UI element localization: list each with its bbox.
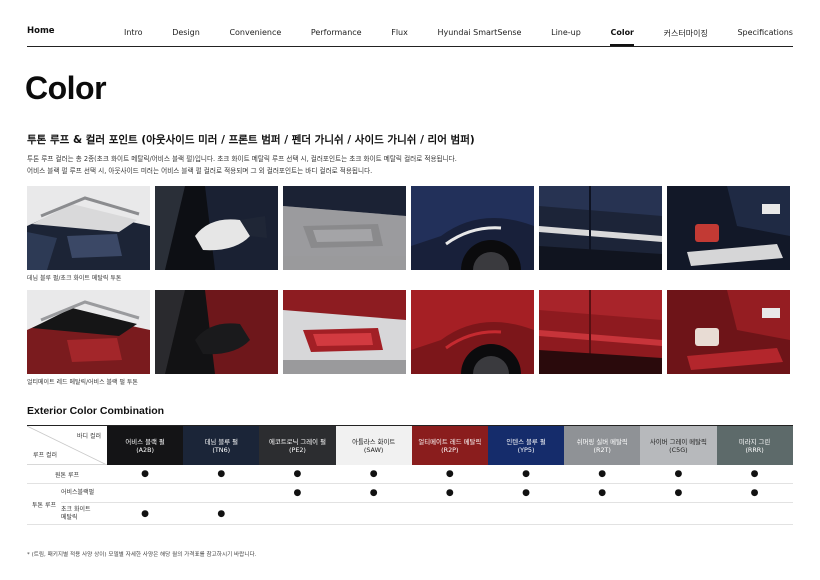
availability-dot <box>107 484 183 502</box>
combination-heading: Exterior Color Combination <box>27 405 165 417</box>
availability-dot <box>183 484 259 502</box>
roof-color-label: 루프 컬러 <box>33 452 57 459</box>
top-navigation: Home Intro Design Convenience Performanc… <box>27 0 793 47</box>
availability-dot: ● <box>598 488 607 498</box>
footnote: * (트림, 패키지별 적용 사양 상이) 모델별 자세한 사양은 해당 월의 … <box>27 552 257 558</box>
table-row-solid-roof: 원톤 루프 ● ● ● ● ● ● ● ● ● <box>27 465 793 484</box>
availability-dot: ● <box>674 469 683 479</box>
body-color-label: 바디 컬러 <box>77 433 101 440</box>
nav-lineup[interactable]: Line-up <box>551 28 581 39</box>
caption-red-black: 얼티메이트 레드 메탈릭/어비스 블랙 펄 투톤 <box>27 379 138 386</box>
swatch-ultimate-red: 얼티메이트 레드 메탈릭 (R2P) <box>411 426 488 465</box>
availability-dot: ● <box>217 508 226 519</box>
nav-color[interactable]: Color <box>610 28 634 46</box>
roof-photo-icon <box>27 290 150 374</box>
color-combination-table: 바디 컬러 루프 컬러 어비스 블랙 펄 (A2B) 데님 블루 펄 (TN6)… <box>27 425 793 525</box>
swatch-denim-blue: 데님 블루 펄 (TN6) <box>183 426 260 465</box>
two-tone-heading: 투톤 루프 & 컬러 포인트 (아웃사이드 미러 / 프론트 범퍼 / 펜더 가… <box>27 134 475 146</box>
availability-dot: ● <box>750 469 759 479</box>
front-bumper-photo-icon <box>283 290 406 374</box>
swatch-intense-blue: 인텐스 블루 펄 (YP5) <box>487 426 565 465</box>
nav-menu: Intro Design Convenience Performance Flu… <box>124 28 793 46</box>
two-tone-description-2: 어비스 블랙 펄 루프 선택 시, 아웃사이드 미러는 어비스 블랙 펄 컬러로… <box>27 167 373 175</box>
table-header-row: 바디 컬러 루프 컬러 어비스 블랙 펄 (A2B) 데님 블루 펄 (TN6)… <box>27 426 793 465</box>
rear-bumper-photo-icon <box>667 290 790 374</box>
availability-dot: ● <box>522 488 530 498</box>
availability-dot: ● <box>522 469 530 479</box>
fender-garnish-photo-icon <box>411 290 534 374</box>
nav-customizing[interactable]: 커스터마이징 <box>664 28 708 39</box>
availability-dot: ● <box>445 488 454 498</box>
swatch-shimmering-silver: 쉬머링 실버 메탈릭 (R2T) <box>564 426 641 465</box>
availability-dot <box>640 503 716 524</box>
page-title: Color <box>25 70 107 106</box>
availability-dot <box>412 503 488 524</box>
availability-dot: ● <box>293 488 302 498</box>
availability-dot <box>488 503 564 524</box>
swatch-mirage-green: 미라지 그린 (RRR) <box>716 426 793 465</box>
nav-specifications[interactable]: Specifications <box>737 28 793 39</box>
swatch-cyber-gray: 사이버 그레이 메탈릭 (C5G) <box>640 426 717 465</box>
nav-intro[interactable]: Intro <box>124 28 143 39</box>
nav-convenience[interactable]: Convenience <box>229 28 281 39</box>
solid-roof-label: 원톤 루프 <box>55 471 79 479</box>
nav-home-link[interactable]: Home <box>27 26 55 36</box>
photo-row-red-black <box>27 290 790 374</box>
nav-flux[interactable]: Flux <box>391 28 408 39</box>
side-garnish-photo-icon <box>539 186 662 270</box>
black-roof-label: 어비스블랙펄 <box>61 489 95 497</box>
table-corner-cell: 바디 컬러 루프 컬러 <box>27 426 107 465</box>
availability-dot <box>259 503 335 524</box>
rear-bumper-photo-icon <box>667 186 790 270</box>
availability-dot <box>336 503 412 524</box>
availability-dot: ● <box>598 469 607 479</box>
white-roof-label: 초크 화이트 메탈릭 <box>61 506 91 521</box>
availability-dot: ● <box>141 508 150 519</box>
swatch-ecotronic-gray: 에코트로닉 그레이 펄 (PE2) <box>259 426 336 465</box>
two-tone-roof-label: 투톤 루프 <box>32 501 56 509</box>
table-row-black-roof: 어비스블랙펄 ● ● ● ● ● ● ● <box>61 484 793 503</box>
availability-dot <box>717 503 793 524</box>
availability-dot: ● <box>293 469 302 479</box>
caption-blue-white: 데님 블루 펄/초크 화이트 메탈릭 투톤 <box>27 275 122 282</box>
swatch-atlas-white: 아틀라스 화이트 (SAW) <box>335 426 412 465</box>
swatch-abyss-black: 어비스 블랙 펄 (A2B) <box>107 426 184 465</box>
mirror-photo-icon <box>155 290 278 374</box>
nav-design[interactable]: Design <box>172 28 200 39</box>
availability-dot: ● <box>369 469 378 479</box>
fender-garnish-photo-icon <box>411 186 534 270</box>
side-garnish-photo-icon <box>539 290 662 374</box>
nav-smartsense[interactable]: Hyundai SmartSense <box>437 28 521 39</box>
availability-dot: ● <box>369 488 378 498</box>
availability-dot: ● <box>141 469 150 479</box>
table-row-white-roof: 초크 화이트 메탈릭 ● ● <box>61 503 793 524</box>
availability-dot: ● <box>445 469 454 479</box>
availability-dot <box>564 503 640 524</box>
front-bumper-photo-icon <box>283 186 406 270</box>
two-tone-roof-group: 투톤 루프 어비스블랙펄 ● ● ● ● ● ● ● 초크 화이트 메탈릭 ● ● <box>27 484 793 525</box>
availability-dot: ● <box>750 488 759 498</box>
availability-dot: ● <box>217 469 226 479</box>
nav-performance[interactable]: Performance <box>311 28 362 39</box>
mirror-photo-icon <box>155 186 278 270</box>
availability-dot: ● <box>674 488 683 498</box>
roof-photo-icon <box>27 186 150 270</box>
photo-row-blue-white <box>27 186 790 270</box>
two-tone-description-1: 투톤 루프 컬러는 총 2종(초크 화이트 메탈릭/어비스 블랙 펄)입니다. … <box>27 155 457 163</box>
